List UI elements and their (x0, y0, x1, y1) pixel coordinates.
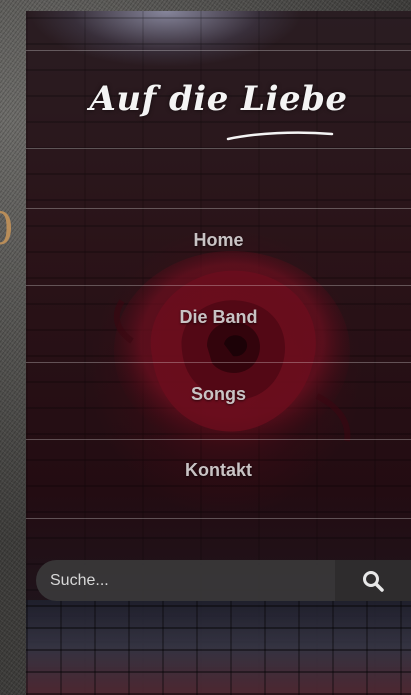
cobblestone-floor (26, 600, 411, 695)
divider-line (26, 518, 411, 519)
site-logo[interactable]: Auf die Liebe (26, 79, 411, 141)
nav-item-die-band[interactable]: Die Band (26, 279, 411, 355)
mobile-menu-panel: Auf die Liebe Home Die Band Songs Kontak… (26, 11, 411, 695)
background-ornament: 0 (0, 208, 14, 252)
logo-text: Auf die Liebe (89, 79, 348, 119)
search-button[interactable] (335, 560, 411, 601)
divider-line (26, 50, 411, 51)
nav-item-home[interactable]: Home (26, 202, 411, 278)
logo-underline-swash (226, 131, 334, 141)
search-input[interactable] (36, 560, 332, 601)
search-icon (363, 570, 384, 592)
divider-line (26, 148, 411, 149)
nav-item-kontakt[interactable]: Kontakt (26, 432, 411, 508)
nav-item-songs[interactable]: Songs (26, 356, 411, 432)
search-bar (36, 560, 411, 601)
